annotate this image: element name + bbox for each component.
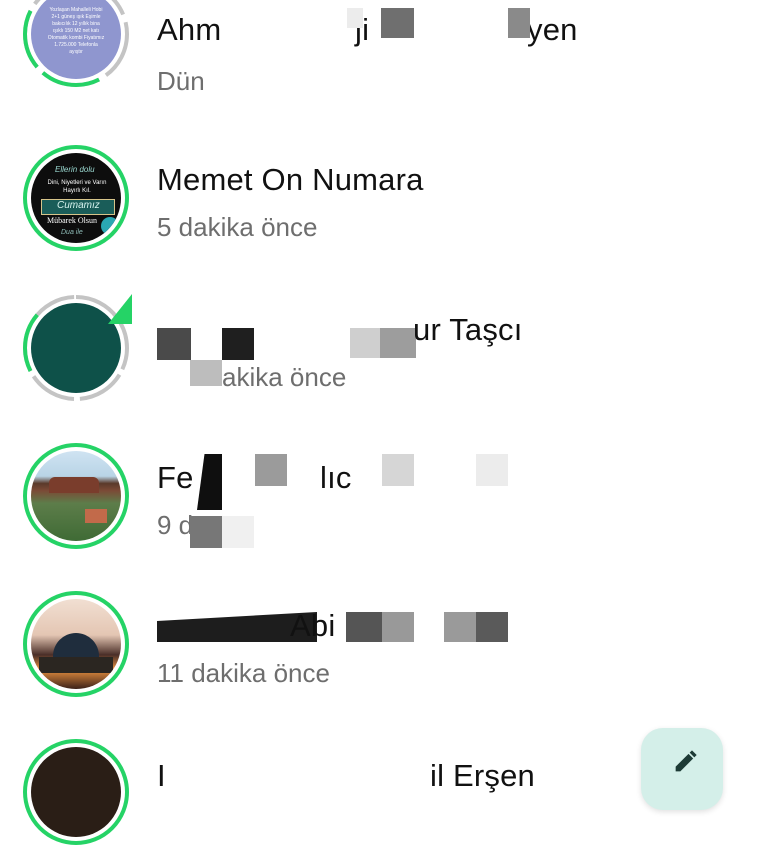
redaction-block — [222, 328, 254, 360]
redaction-block — [255, 454, 287, 486]
redaction-block — [157, 328, 191, 360]
status-time: Dün — [157, 66, 205, 96]
avatar-flyer-text: Yozlaşan Mahalleli Hobi 2+1 güneş ışık E… — [47, 7, 105, 55]
status-row[interactable]: Ellerin dolu Dini, Niyetleri ve Varın Ha… — [0, 128, 768, 276]
redaction-block — [444, 612, 476, 642]
redaction-block — [382, 454, 414, 486]
avatar-roof — [85, 509, 107, 523]
redaction-block — [347, 8, 363, 28]
avatar: Ellerin dolu Dini, Niyetleri ve Varın Ha… — [31, 153, 121, 243]
redaction-block — [190, 516, 222, 548]
avatar-building — [49, 477, 99, 493]
status-row[interactable]: Yozlaşan Mahalleli Hobi 2+1 güneş ışık E… — [0, 0, 768, 128]
avatar — [31, 747, 121, 837]
redaction-block — [222, 8, 352, 52]
contact-name-part: il Erşen — [430, 758, 535, 793]
flower-icon — [101, 217, 119, 235]
avatar — [31, 451, 121, 541]
status-time: 9 d — [157, 510, 194, 540]
status-avatar[interactable] — [22, 590, 130, 698]
contact-name: ur Taşcı — [413, 312, 523, 347]
status-time: 11 dakika önce — [157, 658, 330, 688]
contact-name-part: lıc — [320, 460, 352, 495]
avatar-line: Dini, Niyetleri ve Varın Hayırlı Kıl. — [47, 180, 107, 194]
status-avatar[interactable]: Ellerin dolu Dini, Niyetleri ve Varın Ha… — [22, 144, 130, 252]
contact-name: I — [157, 758, 166, 793]
redaction-block — [508, 8, 530, 38]
redaction-block — [197, 454, 222, 510]
redaction-block — [476, 612, 508, 642]
status-row[interactable]: ur Taşcı akika önce — [0, 276, 768, 424]
redaction-block — [476, 454, 508, 486]
redaction-block — [414, 8, 508, 50]
contact-name: Abi — [290, 608, 336, 643]
status-row[interactable]: Fe lıc 9 d — [0, 424, 768, 572]
contact-name: Memet On Numara — [157, 162, 424, 197]
avatar-line: Dua ile — [61, 229, 83, 236]
avatar — [31, 303, 121, 393]
status-avatar[interactable]: Yozlaşan Mahalleli Hobi 2+1 güneş ışık E… — [22, 0, 130, 88]
redaction-block — [222, 516, 254, 548]
contact-name: Ahm — [157, 12, 222, 47]
contact-name: Fe — [157, 460, 194, 495]
avatar — [31, 599, 121, 689]
avatar-cover — [130, 294, 160, 402]
status-avatar[interactable] — [22, 294, 160, 402]
redaction-block — [381, 8, 414, 38]
redaction-block — [346, 612, 382, 642]
redaction-block — [380, 328, 416, 358]
pencil-icon — [675, 750, 697, 772]
contact-name-part: yen — [527, 12, 578, 47]
new-status-button[interactable] — [641, 728, 723, 810]
redaction-block — [382, 612, 414, 642]
status-row[interactable]: Abi 11 dakika önce — [0, 572, 768, 720]
status-avatar[interactable] — [22, 738, 130, 846]
avatar-line: Cumamız — [57, 200, 100, 211]
avatar-mosque-base — [39, 657, 113, 673]
status-time: 5 dakika önce — [157, 212, 318, 242]
avatar-line: Mübarek Olsun — [47, 216, 97, 225]
redaction-block — [350, 328, 380, 358]
status-list: Yozlaşan Mahalleli Hobi 2+1 güneş ışık E… — [0, 0, 768, 845]
status-avatar[interactable] — [22, 442, 130, 550]
redaction-block — [190, 360, 222, 386]
status-time: akika önce — [222, 362, 347, 392]
avatar-line: Ellerin dolu — [55, 165, 95, 174]
